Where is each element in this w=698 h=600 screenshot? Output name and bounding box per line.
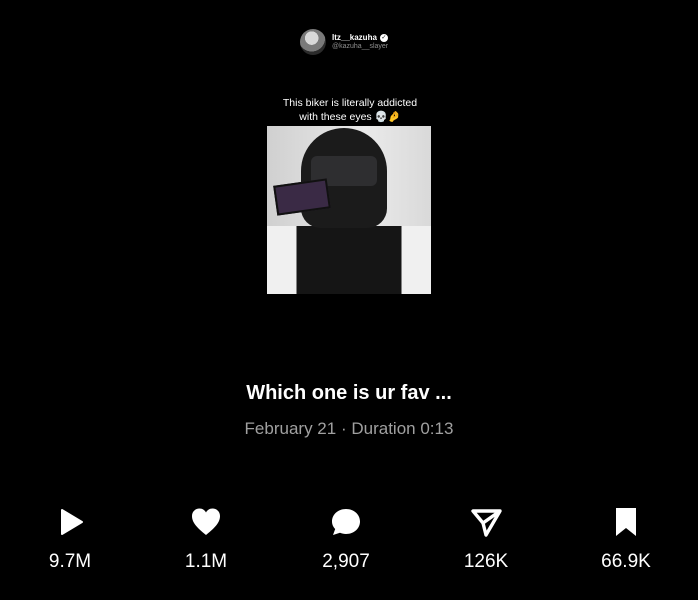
shares-count: 126K	[463, 551, 509, 572]
plays-count: 9.7M	[48, 551, 92, 572]
share-icon	[471, 509, 502, 537]
author-handle: @kazuha__slayer	[332, 42, 389, 50]
video-caption: This biker is literally addicted with th…	[250, 96, 450, 124]
post-duration: Duration 0:13	[351, 419, 454, 438]
video-preview[interactable]: Itz__kazuha ✓ @kazuha__slayer This biker…	[0, 0, 698, 350]
bookmark-icon	[616, 508, 636, 536]
thumbnail-jacket	[267, 226, 431, 294]
likes-count: 1.1M	[184, 551, 228, 572]
comment-icon	[332, 509, 360, 535]
video-thumbnail[interactable]	[267, 126, 431, 294]
stats-bar: 9.7M 1.1M 2,907 126K 66.9K	[0, 505, 698, 585]
bookmarks-stat[interactable]: 66.9K	[576, 505, 676, 573]
author-name: Itz__kazuha	[332, 33, 377, 43]
verified-icon: ✓	[379, 33, 388, 42]
author-avatar	[300, 29, 326, 55]
comments-count: 2,907	[322, 551, 370, 572]
likes-stat[interactable]: 1.1M	[156, 505, 256, 573]
post-date: February 21	[244, 419, 337, 438]
caption-line-1: This biker is literally addicted	[282, 97, 418, 109]
video-author: Itz__kazuha ✓ @kazuha__slayer	[300, 29, 388, 55]
plays-stat[interactable]: 9.7M	[20, 505, 120, 573]
post-title: Which one is ur fav ...	[246, 382, 452, 404]
play-icon	[61, 509, 83, 535]
caption-line-2: with these eyes 💀🤌	[299, 111, 401, 123]
meta-separator: ·	[340, 419, 347, 438]
heart-icon	[192, 508, 220, 535]
bookmarks-count: 66.9K	[601, 551, 651, 572]
comments-stat[interactable]: 2,907	[296, 505, 396, 573]
shares-stat[interactable]: 126K	[436, 505, 536, 573]
post-meta: February 21 · Duration 0:13	[0, 419, 698, 439]
